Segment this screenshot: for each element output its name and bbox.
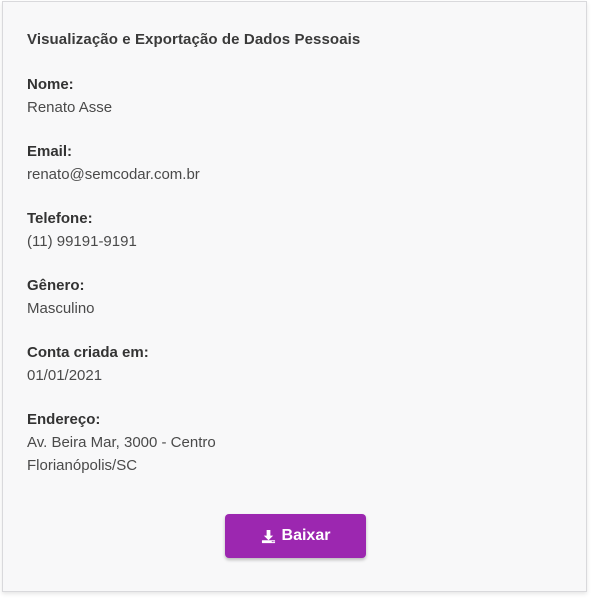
page-title: Visualização e Exportação de Dados Pesso… [27,31,361,48]
field-label-telefone: Telefone: [27,210,93,227]
field-value-conta-criada: 01/01/2021 [27,367,103,384]
field-value-genero: Masculino [27,300,95,317]
field-genero: Gênero: Masculino [27,275,95,320]
field-label-genero: Gênero: [27,277,85,294]
personal-data-card: Visualização e Exportação de Dados Pesso… [2,1,587,592]
field-value-endereco-line1: Av. Beira Mar, 3000 - Centro [27,434,216,451]
download-button-label: Baixar [281,527,331,544]
field-nome: Nome: Renato Asse [27,74,112,119]
field-value-email: renato@semcodar.com.br [27,166,200,183]
field-value-telefone: (11) 99191-9191 [27,233,137,250]
download-icon [261,529,276,544]
field-value-nome: Renato Asse [27,99,113,116]
download-button[interactable]: Baixar [225,514,366,558]
field-label-email: Email: [27,143,73,160]
field-telefone: Telefone: (11) 99191-9191 [27,208,137,253]
field-label-conta-criada: Conta criada em: [27,344,149,361]
field-endereco: Endereço: Av. Beira Mar, 3000 - Centro F… [27,409,216,477]
field-conta-criada: Conta criada em: 01/01/2021 [27,342,149,387]
field-label-endereco: Endereço: [27,411,101,428]
field-value-endereco-line2: Florianópolis/SC [27,457,138,474]
field-label-nome: Nome: [27,76,74,93]
field-email: Email: renato@semcodar.com.br [27,141,200,186]
